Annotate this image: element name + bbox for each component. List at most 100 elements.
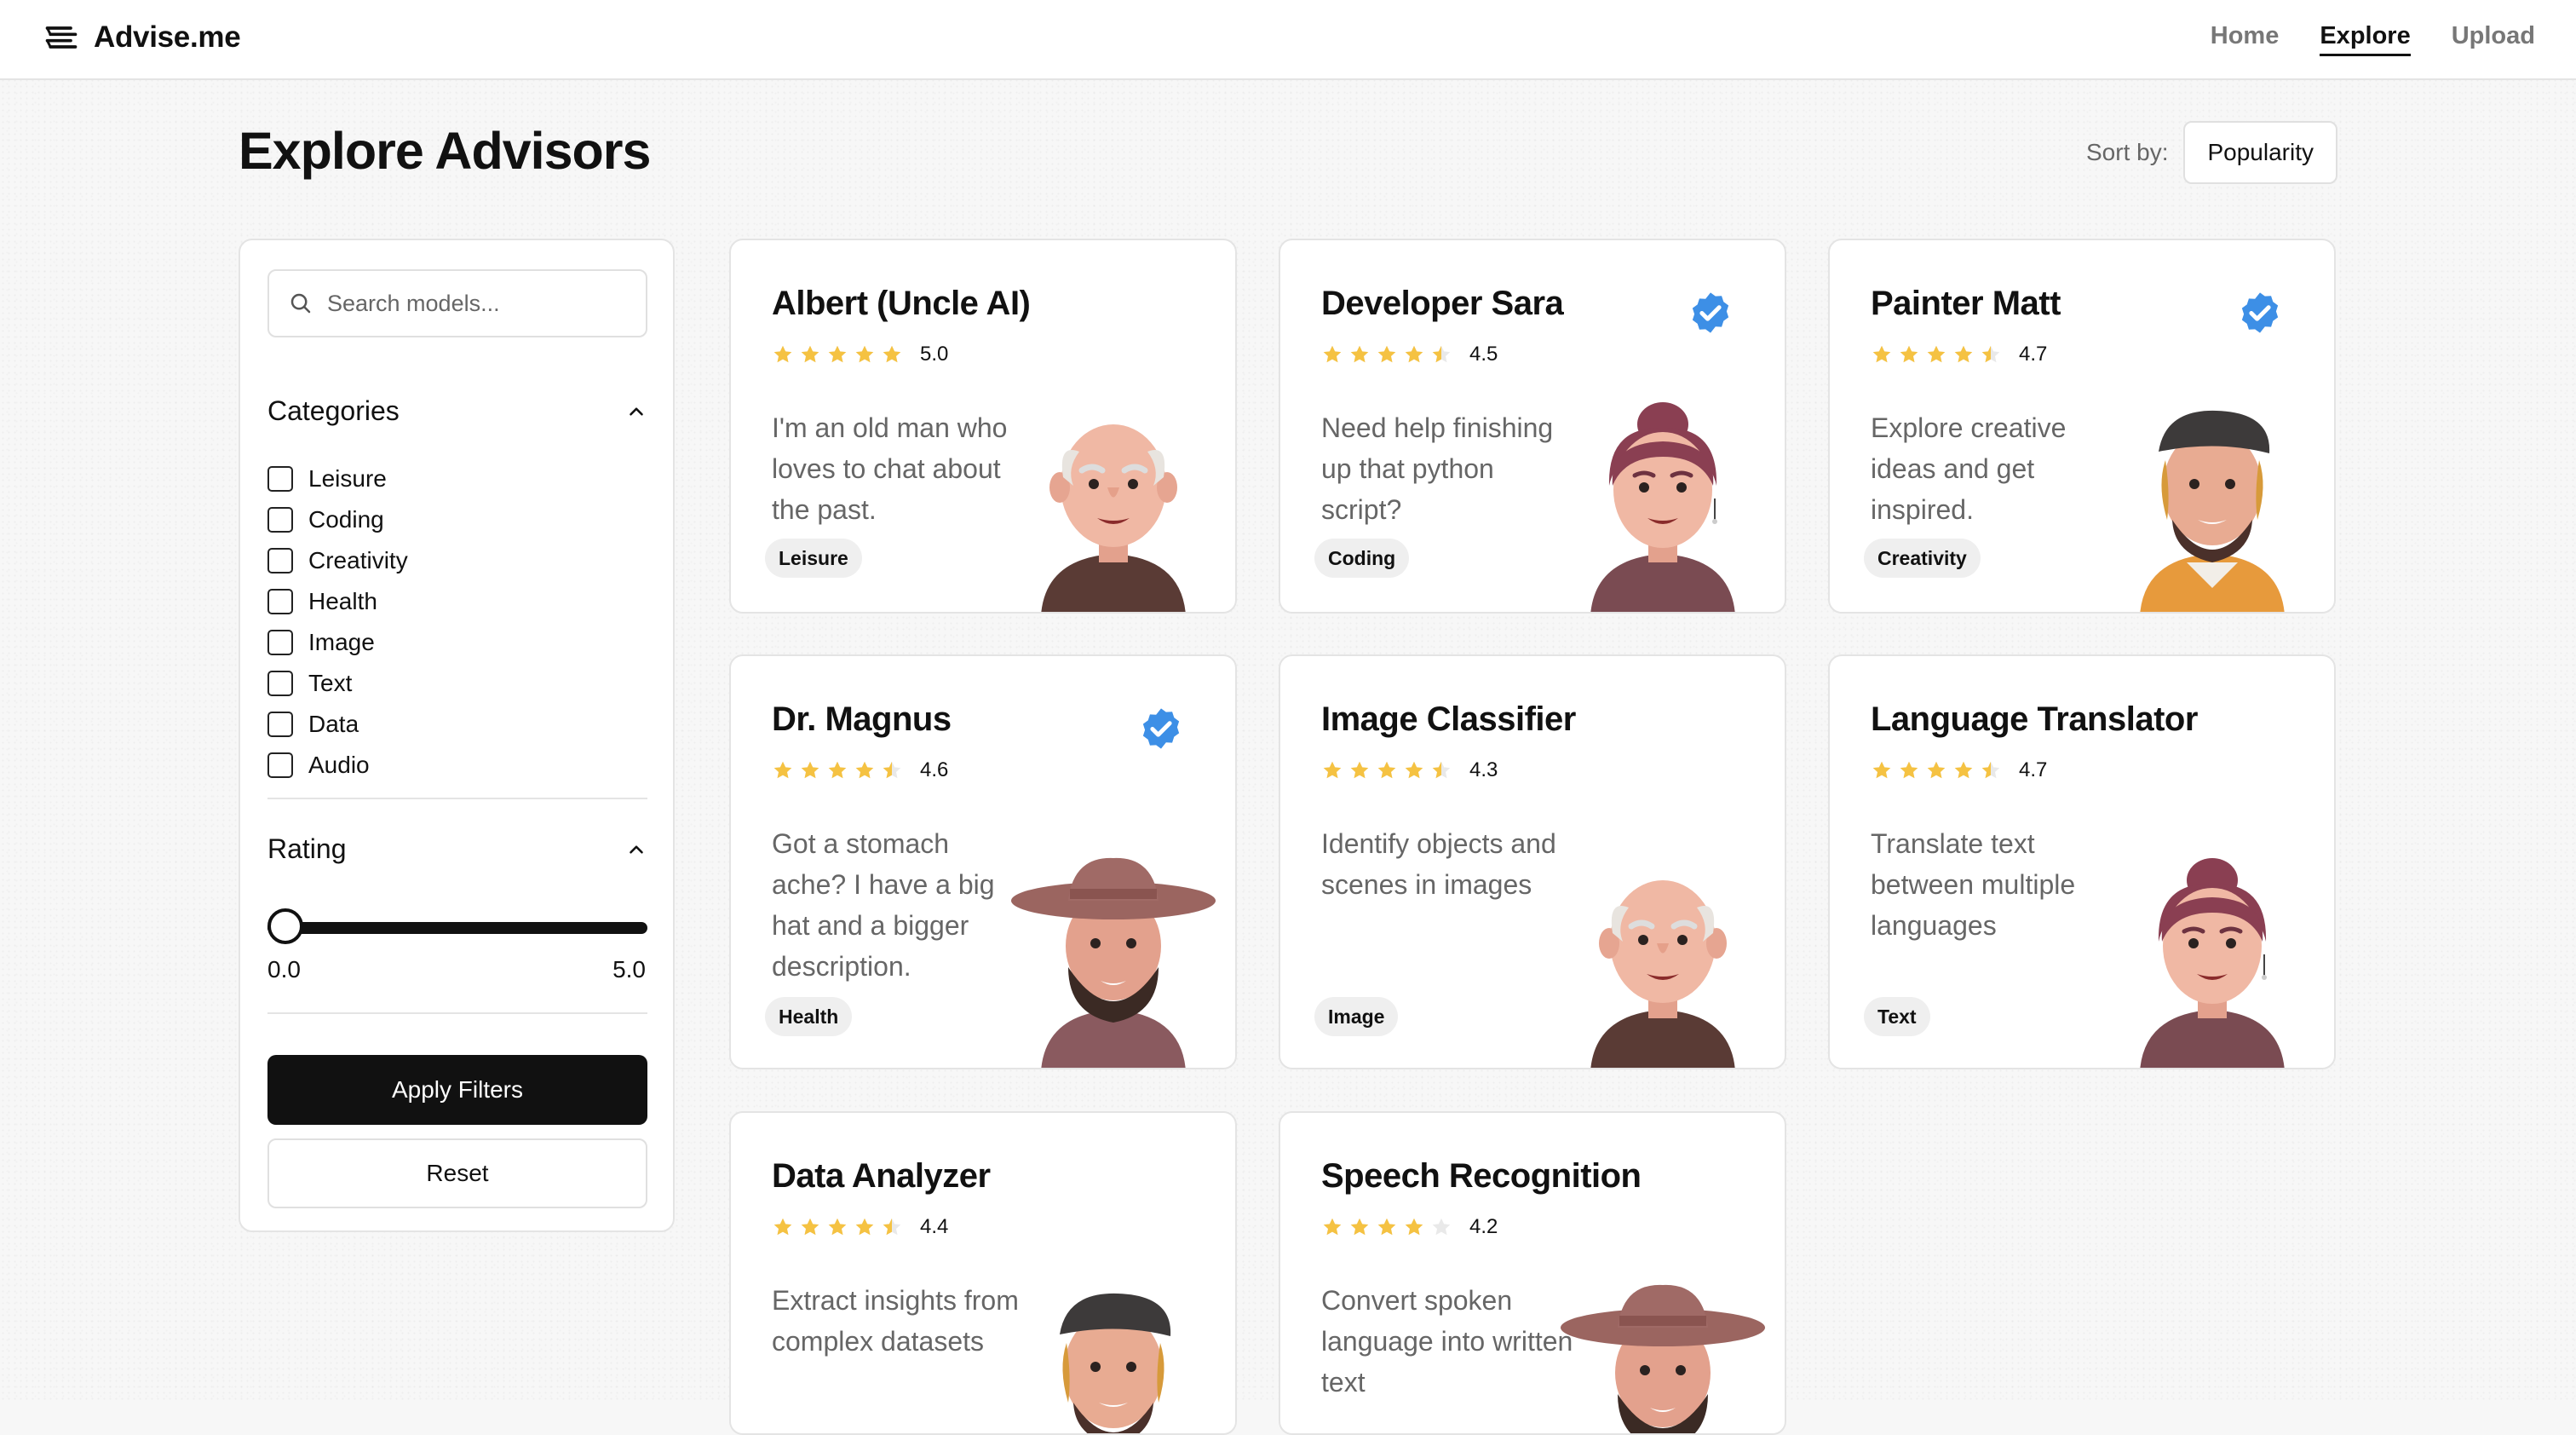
star-icon xyxy=(1927,345,1946,363)
nav-explore[interactable]: Explore xyxy=(2320,22,2411,56)
category-tag: Coding xyxy=(1314,539,1410,578)
category-label: Creativity xyxy=(308,547,408,573)
checkbox[interactable] xyxy=(267,589,293,614)
advisor-description: Convert spoken language into written tex… xyxy=(1321,1285,1573,1398)
star-icon xyxy=(773,1218,792,1236)
category-image[interactable]: Image xyxy=(267,622,408,663)
star-icon xyxy=(855,761,874,779)
star-icon xyxy=(1872,345,1891,363)
advisor-description: I'm an old man who loves to chat about t… xyxy=(772,412,1008,525)
categories-header[interactable]: Categories xyxy=(267,395,647,427)
advisor-name: Developer Sara xyxy=(1321,285,1564,322)
checkbox[interactable] xyxy=(267,712,293,737)
category-label: Data xyxy=(308,711,359,737)
advisor-description: Identify objects and scenes in images xyxy=(1321,828,1556,900)
advisor-name: Image Classifier xyxy=(1321,700,1576,738)
star-icon xyxy=(883,345,901,363)
star-rating xyxy=(772,759,903,781)
checkbox[interactable] xyxy=(267,507,293,533)
nav-home[interactable]: Home xyxy=(2211,22,2280,56)
category-leisure[interactable]: Leisure xyxy=(267,458,408,499)
rating-slider[interactable] xyxy=(267,908,647,946)
star-icon xyxy=(1981,761,2000,779)
star-icon xyxy=(828,1218,847,1236)
category-audio[interactable]: Audio xyxy=(267,745,408,786)
nav-upload[interactable]: Upload xyxy=(2452,22,2535,56)
star-icon xyxy=(1405,345,1423,363)
chevron-up-icon[interactable] xyxy=(625,401,647,423)
advisor-rating: 4.3 xyxy=(1321,758,1498,782)
checkbox[interactable] xyxy=(267,466,293,492)
star-icon xyxy=(801,345,819,363)
brand[interactable]: Advise.me xyxy=(43,19,241,56)
divider xyxy=(267,798,647,799)
checkbox[interactable] xyxy=(267,630,293,655)
advisor-description: Translate text between multiple language… xyxy=(1871,828,2076,941)
checkbox[interactable] xyxy=(267,548,293,573)
advisor-rating: 4.4 xyxy=(772,1215,948,1239)
checkbox[interactable] xyxy=(267,752,293,778)
woman-bun-avatar xyxy=(1556,392,1769,612)
advisor-name: Painter Matt xyxy=(1871,285,2061,322)
rating-score: 5.0 xyxy=(920,343,949,366)
star-icon xyxy=(801,761,819,779)
star-icon xyxy=(1954,761,1973,779)
star-icon xyxy=(773,345,792,363)
category-health[interactable]: Health xyxy=(267,581,408,622)
chevron-up-icon[interactable] xyxy=(625,839,647,861)
category-tag: Text xyxy=(1864,997,1930,1036)
advisor-name: Speech Recognition xyxy=(1321,1157,1642,1195)
sort-select[interactable]: Popularity xyxy=(2183,121,2337,184)
star-icon xyxy=(855,345,874,363)
star-rating xyxy=(1321,759,1452,781)
rating-score: 4.6 xyxy=(920,758,949,781)
top-nav-bar: Advise.me Home Explore Upload xyxy=(0,0,2576,80)
rating-header[interactable]: Rating xyxy=(267,833,647,865)
search-input[interactable] xyxy=(327,290,634,317)
star-icon xyxy=(883,761,901,779)
advisor-card[interactable]: Language Translator 4.7 Translate text b… xyxy=(1828,654,2336,1069)
page-title: Explore Advisors xyxy=(239,122,651,180)
slider-thumb[interactable] xyxy=(267,908,303,944)
advisor-card[interactable]: Image Classifier 4.3 Identify objects an… xyxy=(1279,654,1786,1069)
star-icon xyxy=(1405,761,1423,779)
categories-title: Categories xyxy=(267,395,400,426)
advisor-name: Data Analyzer xyxy=(772,1157,991,1195)
star-icon xyxy=(1900,761,1918,779)
slider-track[interactable] xyxy=(267,922,647,934)
advisor-card[interactable]: Dr. Magnus 4.6 Got a stomach ache? I hav… xyxy=(729,654,1237,1069)
advisor-card[interactable]: Painter Matt 4.7 Explore creative ideas … xyxy=(1828,239,2336,614)
star-icon xyxy=(855,1218,874,1236)
old-man-avatar xyxy=(1556,848,1769,1068)
advisor-card[interactable]: Albert (Uncle AI) 5.0 I'm an old man who… xyxy=(729,239,1237,614)
category-label: Text xyxy=(308,670,353,696)
category-text[interactable]: Text xyxy=(267,663,408,704)
verified-badge-icon xyxy=(2241,292,2279,333)
star-icon xyxy=(1377,761,1396,779)
reset-button[interactable]: Reset xyxy=(267,1138,647,1208)
star-icon xyxy=(1872,761,1891,779)
category-label: Audio xyxy=(308,752,370,778)
category-data[interactable]: Data xyxy=(267,704,408,745)
advisor-card[interactable]: Developer Sara 4.5 Need help finishing u… xyxy=(1279,239,1786,614)
star-icon xyxy=(1323,1218,1342,1236)
verified-badge-icon xyxy=(1142,708,1180,749)
advisor-name: Dr. Magnus xyxy=(772,700,952,738)
category-creativity[interactable]: Creativity xyxy=(267,540,408,581)
brand-name: Advise.me xyxy=(94,20,241,54)
star-icon xyxy=(1432,761,1451,779)
advisor-rating: 4.2 xyxy=(1321,1215,1498,1239)
checkbox[interactable] xyxy=(267,671,293,696)
advisor-card[interactable]: Data Analyzer 4.4 Extract insights from … xyxy=(729,1111,1237,1435)
beret-man-avatar xyxy=(1007,1275,1220,1433)
apply-filters-button[interactable]: Apply Filters xyxy=(267,1055,647,1125)
advisor-card[interactable]: Speech Recognition 4.2 Convert spoken la… xyxy=(1279,1111,1786,1435)
star-icon xyxy=(1981,345,2000,363)
search-box[interactable] xyxy=(267,269,647,337)
advisor-rating: 5.0 xyxy=(772,343,948,366)
category-coding[interactable]: Coding xyxy=(267,499,408,540)
star-icon xyxy=(828,345,847,363)
star-icon xyxy=(1432,1218,1451,1236)
rating-score: 4.5 xyxy=(1469,343,1498,366)
star-icon xyxy=(1377,1218,1396,1236)
